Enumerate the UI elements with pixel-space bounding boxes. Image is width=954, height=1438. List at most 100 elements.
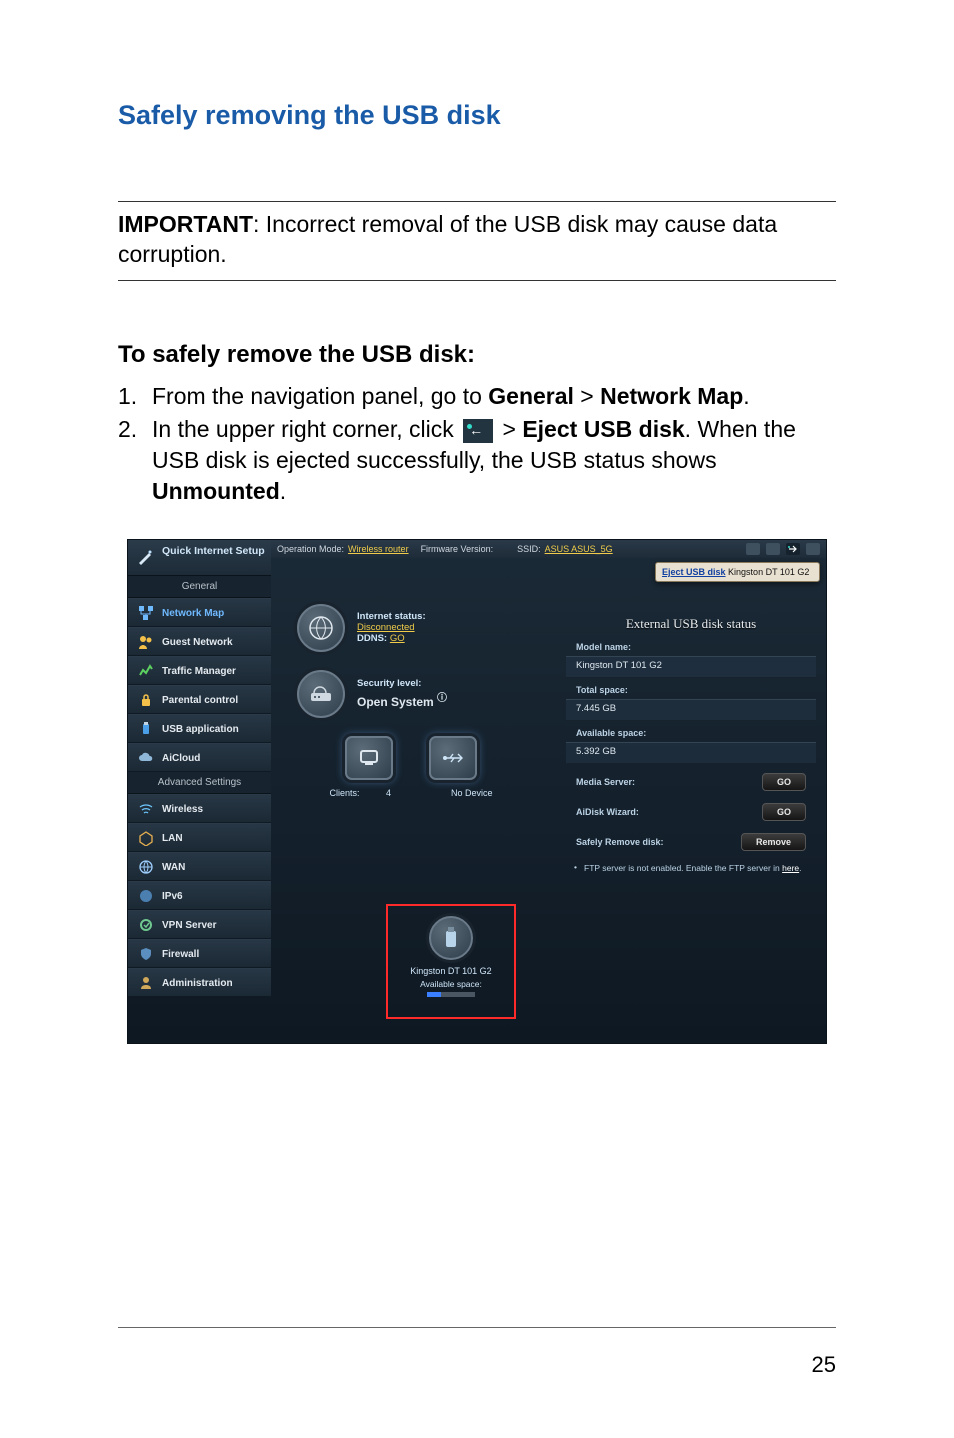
clients-count: 4 (386, 788, 391, 798)
sidebar-item-label: LAN (162, 833, 183, 844)
quick-internet-setup[interactable]: Quick Internet Setup (128, 540, 271, 576)
sidebar-item-usb-application[interactable]: USB application (128, 714, 271, 743)
sidebar-item-label: IPv6 (162, 891, 183, 902)
router-icon[interactable] (297, 670, 345, 718)
step-1: 1. From the navigation panel, go to Gene… (118, 381, 836, 412)
ddns-label: DDNS: (357, 633, 387, 644)
step-1-general: General (488, 383, 574, 409)
guest-icon (138, 634, 154, 650)
step-2-period: . (280, 478, 286, 504)
fw-label: Firmware Version: (421, 544, 494, 554)
traffic-icon (138, 663, 154, 679)
sidebar-item-vpn-server[interactable]: VPN Server (128, 910, 271, 939)
remove-button[interactable]: Remove (741, 833, 806, 851)
internet-status-label: Internet status: (357, 611, 426, 622)
sidebar-item-label: Parental control (162, 695, 238, 706)
op-mode-value[interactable]: Wireless router (348, 544, 409, 554)
available-space-label: Available space: (566, 724, 816, 742)
ddns-link[interactable]: GO (390, 633, 405, 644)
model-name-label: Model name: (566, 638, 816, 656)
security-value: Open System ⓘ (357, 689, 447, 709)
step-2-text-a: In the upper right corner, click (152, 416, 460, 442)
usb-eject-menu-icon[interactable] (786, 543, 800, 555)
topbar-icon[interactable] (766, 543, 780, 555)
usb-model-label: Kingston DT 101 G2 (410, 966, 491, 976)
wireless-icon (138, 801, 154, 817)
page-number: 25 (812, 1352, 836, 1378)
sidebar-item-label: WAN (162, 862, 185, 873)
step-1-period: . (743, 383, 749, 409)
sidebar-item-label: Network Map (162, 608, 224, 619)
total-space-value: 7.445 GB (566, 699, 816, 721)
sidebar-item-lan[interactable]: LAN (128, 823, 271, 852)
step-2-gt: > (496, 416, 522, 442)
ftp-here-link[interactable]: here (782, 863, 799, 873)
usb-icon (138, 721, 154, 737)
external-usb-panel: External USB disk status Model name: Kin… (566, 614, 816, 873)
section-heading: Safely removing the USB disk (118, 100, 836, 131)
usb-device-icon[interactable] (429, 736, 477, 780)
main-content: Internet status: Disconnected DDNS: GO S… (271, 558, 826, 1043)
shield-icon (138, 946, 154, 962)
cloud-icon (138, 750, 154, 766)
sidebar-item-label: AiCloud (162, 753, 200, 764)
procedure-heading: To safely remove the USB disk: (118, 341, 836, 369)
clients-icon[interactable] (345, 736, 393, 780)
vpn-icon (138, 917, 154, 933)
ssid-value[interactable]: ASUS ASUS_5G (545, 544, 613, 554)
section-advanced: Advanced Settings (128, 772, 271, 794)
sidebar-item-traffic-manager[interactable]: Traffic Manager (128, 656, 271, 685)
sidebar-item-wan[interactable]: WAN (128, 852, 271, 881)
media-server-go-button[interactable]: GO (762, 773, 806, 791)
sidebar-item-parental-control[interactable]: Parental control (128, 685, 271, 714)
sidebar-item-label: VPN Server (162, 920, 216, 931)
usb-highlight-box: Kingston DT 101 G2 Available space: (386, 904, 516, 1019)
internet-status-block: Internet status: Disconnected DDNS: GO (281, 604, 541, 652)
ssid-label: SSID: (517, 544, 541, 554)
network-icon (138, 605, 154, 621)
available-space-value: 5.392 GB (566, 742, 816, 764)
sidebar-item-guest-network[interactable]: Guest Network (128, 627, 271, 656)
ftp-note-text: FTP server is not enabled. Enable the FT… (584, 863, 782, 873)
aidisk-wizard-label: AiDisk Wizard: (576, 807, 639, 817)
usb-drive-icon[interactable] (429, 916, 473, 960)
clients-label: Clients: (329, 788, 359, 798)
usb-available-label: Available space: (420, 979, 482, 989)
step-2-eject-label: Eject USB disk (522, 416, 684, 442)
sidebar-item-ipv6[interactable]: IPv6 (128, 881, 271, 910)
op-mode-label: Operation Mode: (277, 544, 344, 554)
media-server-label: Media Server: (576, 777, 635, 787)
sidebar-item-administration[interactable]: Administration (128, 968, 271, 997)
section-general: General (128, 576, 271, 598)
topbar-icon[interactable] (746, 543, 760, 555)
ftp-note-period: . (799, 863, 801, 873)
footer-rule (118, 1327, 836, 1328)
model-name-value: Kingston DT 101 G2 (566, 656, 816, 678)
security-label: Security level: (357, 678, 447, 689)
ftp-note: FTP server is not enabled. Enable the FT… (566, 857, 816, 873)
topbar-icon[interactable] (806, 543, 820, 555)
total-space-label: Total space: (566, 681, 816, 699)
globe-icon[interactable] (297, 604, 345, 652)
step-1-network-map: Network Map (600, 383, 743, 409)
sidebar-item-label: Administration (162, 978, 233, 989)
sidebar-item-aicloud[interactable]: AiCloud (128, 743, 271, 772)
usb-eject-icon (463, 419, 493, 443)
sidebar-item-label: Firewall (162, 949, 199, 960)
sidebar-item-network-map[interactable]: Network Map (128, 598, 271, 627)
router-admin-screenshot: Quick Internet Setup General Network Map… (127, 539, 827, 1044)
lan-icon (138, 830, 154, 846)
step-1-sep: > (574, 383, 600, 409)
sidebar-item-wireless[interactable]: Wireless (128, 794, 271, 823)
steps-list: 1. From the navigation panel, go to Gene… (118, 381, 836, 507)
sidebar-item-label: Guest Network (162, 637, 233, 648)
wan-icon (138, 859, 154, 875)
step-2: 2. In the upper right corner, click > Ej… (118, 414, 836, 507)
important-label: IMPORTANT (118, 211, 253, 237)
security-block: Security level: Open System ⓘ (281, 670, 541, 718)
qis-label: Quick Internet Setup (162, 545, 265, 557)
sidebar-item-firewall[interactable]: Firewall (128, 939, 271, 968)
aidisk-go-button[interactable]: GO (762, 803, 806, 821)
internet-status-value[interactable]: Disconnected (357, 622, 426, 633)
no-device-label: No Device (451, 788, 493, 798)
